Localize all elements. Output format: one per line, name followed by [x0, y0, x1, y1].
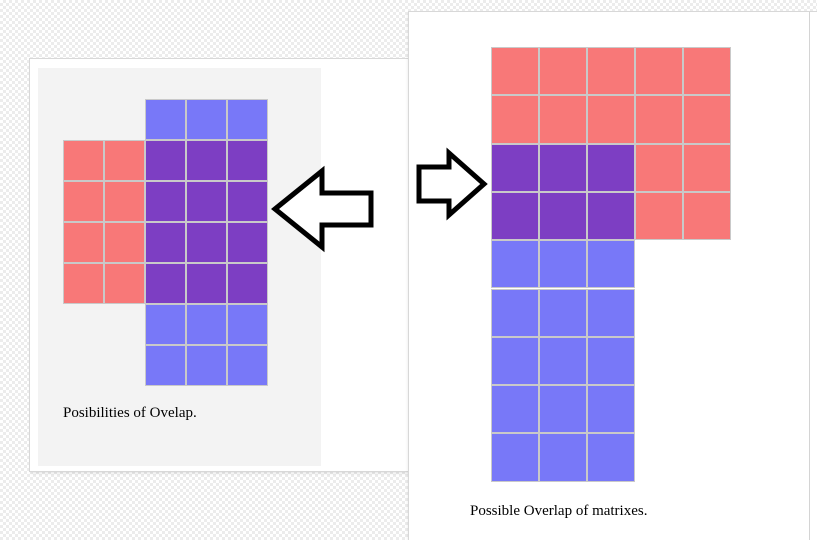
red-matrix-cell — [587, 47, 635, 96]
blue-matrix-cell — [539, 433, 587, 482]
blue-matrix-cell — [491, 288, 539, 337]
red-matrix-cell — [635, 191, 683, 241]
red-matrix-cell — [635, 143, 683, 192]
overlap-cell — [491, 191, 539, 241]
red-matrix-cell — [635, 95, 683, 144]
red-matrix-cell — [683, 95, 731, 144]
red-matrix-cell — [683, 191, 731, 241]
red-matrix-cell — [491, 47, 539, 96]
overlap-cell — [539, 143, 587, 192]
red-matrix-cell — [635, 47, 683, 96]
blue-matrix-cell — [491, 240, 539, 289]
blue-matrix-cell — [539, 288, 587, 337]
blue-matrix-cell — [491, 385, 539, 434]
blue-matrix-cell — [491, 336, 539, 386]
left-figure-caption: Posibilities of Ovelap. — [63, 405, 197, 421]
overlap-cell — [587, 191, 635, 241]
right-matrix-grid — [0, 0, 817, 540]
blue-matrix-cell — [587, 385, 635, 434]
blue-matrix-cell — [491, 433, 539, 482]
blue-matrix-cell — [587, 336, 635, 386]
red-matrix-cell — [683, 47, 731, 96]
blue-matrix-cell — [587, 433, 635, 482]
overlap-cell — [539, 191, 587, 241]
blue-matrix-cell — [539, 336, 587, 386]
blue-matrix-cell — [587, 240, 635, 289]
blue-matrix-cell — [587, 288, 635, 337]
red-matrix-cell — [539, 47, 587, 96]
blue-matrix-cell — [539, 385, 587, 434]
overlap-cell — [491, 143, 539, 192]
right-figure-caption: Possible Overlap of matrixes. — [470, 503, 648, 519]
red-matrix-cell — [491, 95, 539, 144]
red-matrix-cell — [683, 143, 731, 192]
red-matrix-cell — [587, 95, 635, 144]
overlap-cell — [587, 143, 635, 192]
blue-matrix-cell — [539, 240, 587, 289]
right-arrow-icon — [416, 147, 488, 221]
left-arrow-icon — [271, 165, 374, 253]
red-matrix-cell — [539, 95, 587, 144]
